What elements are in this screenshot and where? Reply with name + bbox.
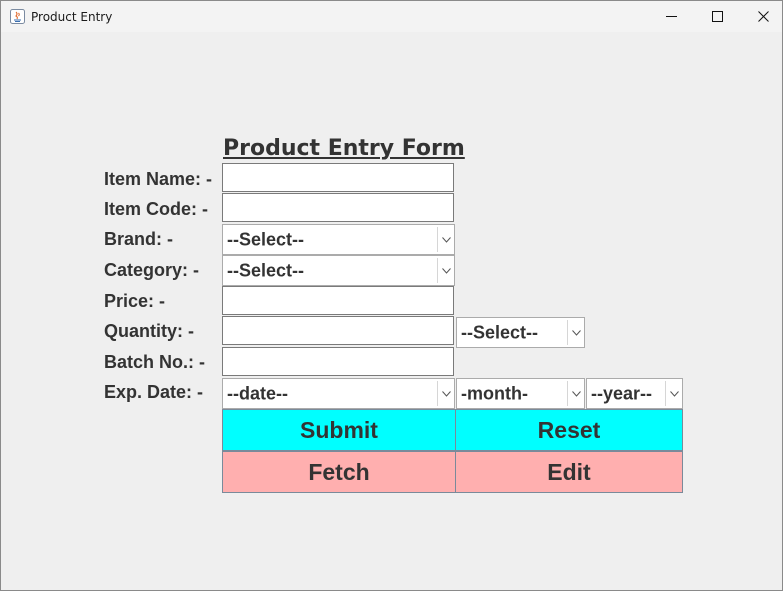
quantity-label: Quantity: - xyxy=(104,321,194,341)
batch-no-label: Batch No.: - xyxy=(104,352,205,372)
chevron-down-icon xyxy=(567,320,584,345)
item-name-field[interactable] xyxy=(222,163,454,192)
brand-select[interactable]: --Select-- xyxy=(222,224,455,255)
month-select[interactable]: -month- xyxy=(456,378,585,409)
category-label: Category: - xyxy=(104,260,200,280)
year-select[interactable]: --year-- xyxy=(586,378,683,409)
fetch-button[interactable]: Fetch xyxy=(222,451,456,493)
maximize-button[interactable] xyxy=(694,1,740,32)
quantity-field[interactable] xyxy=(222,316,454,345)
minimize-icon xyxy=(665,11,677,22)
date-select[interactable]: --date-- xyxy=(222,378,455,409)
chevron-down-icon xyxy=(437,381,454,406)
close-icon xyxy=(757,11,769,22)
chevron-down-icon xyxy=(437,227,454,252)
java-icon xyxy=(10,9,25,24)
window-title: Product Entry xyxy=(31,10,113,24)
chevron-down-icon xyxy=(567,381,584,406)
month-select-value: -month- xyxy=(461,383,528,403)
submit-button[interactable]: Submit xyxy=(222,409,456,451)
price-label: Price: - xyxy=(104,291,166,311)
category-select-value: --Select-- xyxy=(227,260,305,280)
category-select[interactable]: --Select-- xyxy=(222,255,455,286)
chevron-down-icon xyxy=(665,381,682,406)
maximize-icon xyxy=(711,11,723,22)
quantity-unit-select[interactable]: --Select-- xyxy=(456,317,585,348)
price-field[interactable] xyxy=(222,286,454,315)
exp-date-label: Exp. Date: - xyxy=(104,382,204,402)
batch-no-field[interactable] xyxy=(222,347,454,376)
year-select-value: --year-- xyxy=(591,383,653,403)
brand-label: Brand: - xyxy=(104,229,173,249)
item-code-label: Item Code: - xyxy=(104,199,209,219)
chevron-down-icon xyxy=(437,258,454,283)
app-window: Product Entry Product Entry Form Item Na… xyxy=(0,0,783,591)
minimize-button[interactable] xyxy=(648,1,694,32)
date-select-value: --date-- xyxy=(227,383,288,403)
item-code-field[interactable] xyxy=(222,193,454,222)
reset-button[interactable]: Reset xyxy=(455,409,683,451)
edit-button[interactable]: Edit xyxy=(455,451,683,493)
title-bar: Product Entry xyxy=(1,1,782,32)
item-name-label: Item Name: - xyxy=(104,169,213,189)
quantity-unit-select-value: --Select-- xyxy=(461,322,539,342)
close-button[interactable] xyxy=(740,1,783,32)
brand-select-value: --Select-- xyxy=(227,229,305,249)
form-heading: Product Entry Form xyxy=(223,136,465,161)
